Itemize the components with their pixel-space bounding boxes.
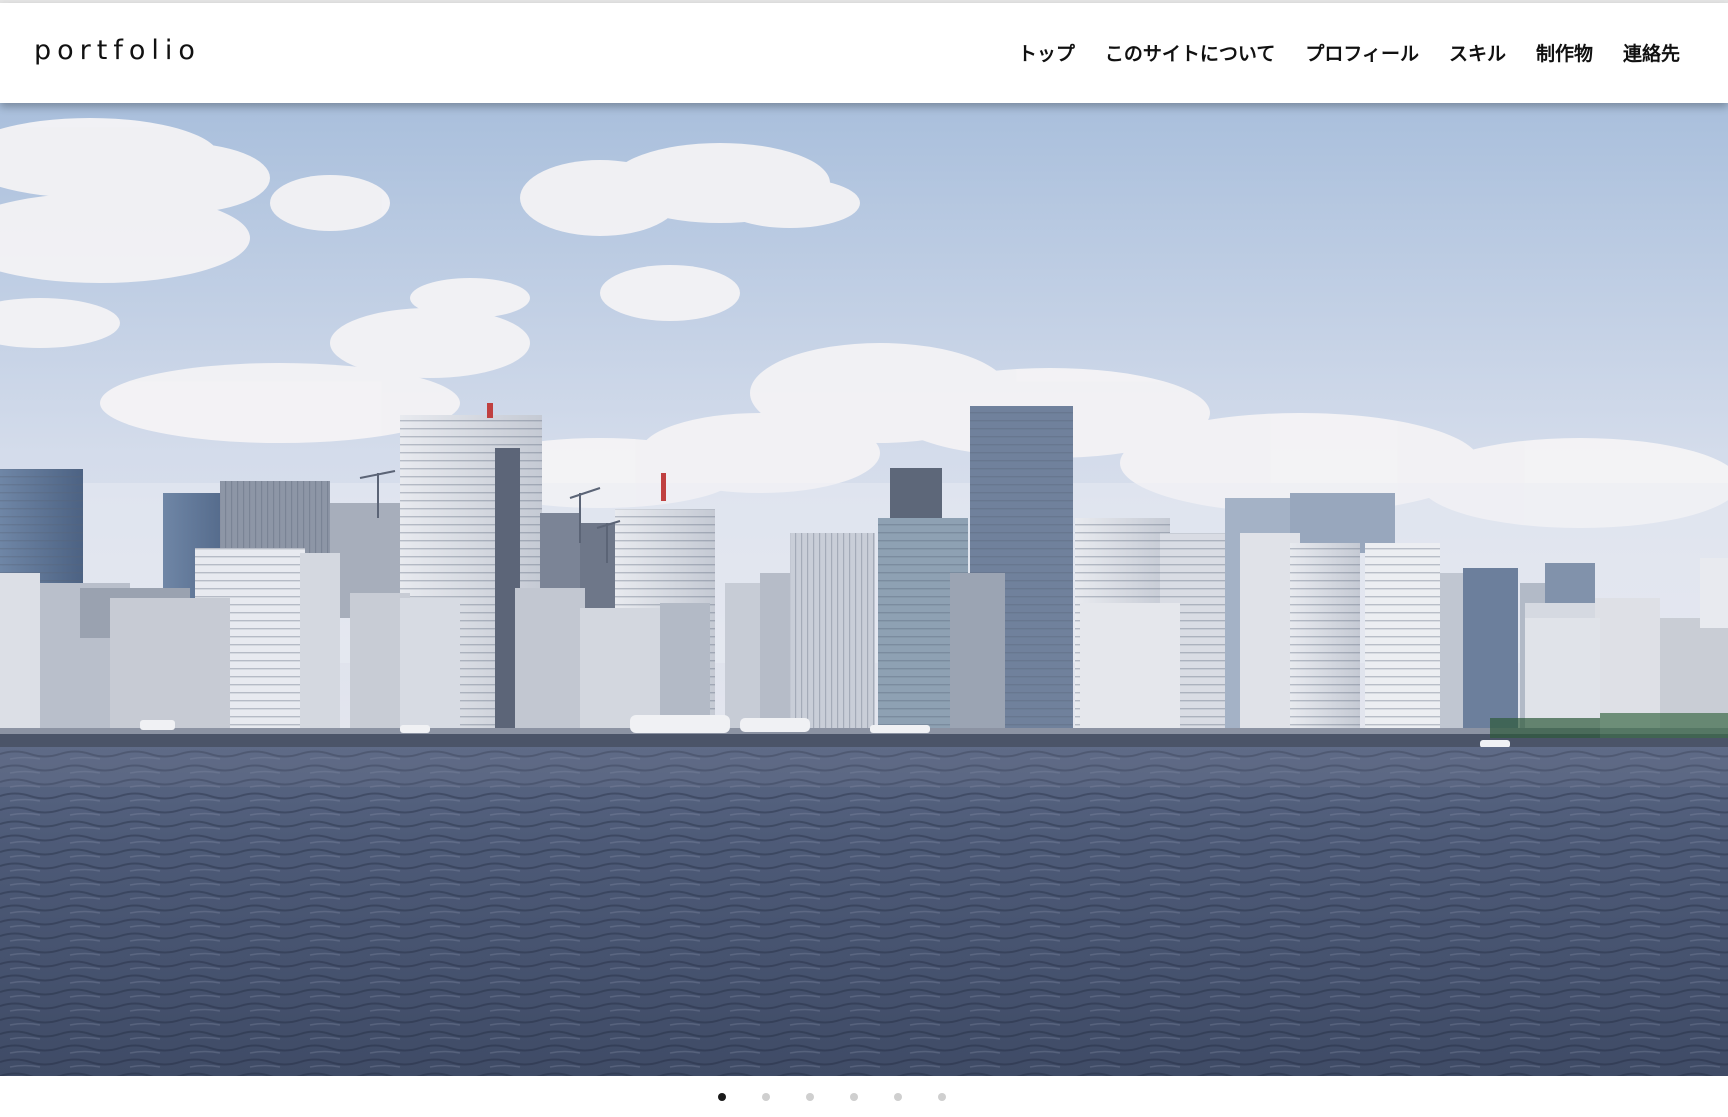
nav-item-contact[interactable]: 連絡先 [1623, 39, 1680, 66]
slider-dot-2[interactable] [761, 1093, 770, 1101]
slider-dot-1[interactable] [717, 1093, 726, 1101]
global-nav: トップ このサイトについて プロフィール スキル 制作物 連絡先 [1018, 39, 1680, 66]
slider-dot-5[interactable] [893, 1093, 902, 1101]
slider-dot-6[interactable] [937, 1093, 946, 1101]
nav-item-top[interactable]: トップ [1018, 39, 1075, 66]
hero-slider-image[interactable] [0, 103, 1728, 1076]
nav-item-about-site[interactable]: このサイトについて [1105, 39, 1275, 66]
slider-pagination [0, 1093, 1728, 1101]
nav-item-profile[interactable]: プロフィール [1305, 39, 1419, 66]
site-logo[interactable]: portfolio [34, 35, 201, 66]
nav-item-skills[interactable]: スキル [1449, 39, 1506, 66]
slider-dot-3[interactable] [805, 1093, 814, 1101]
site-header: portfolio トップ このサイトについて プロフィール スキル 制作物 連… [0, 3, 1728, 103]
page: portfolio トップ このサイトについて プロフィール スキル 制作物 連… [0, 0, 1728, 1117]
slider-dot-4[interactable] [849, 1093, 858, 1101]
skyline-photo [0, 103, 1728, 1076]
nav-item-works[interactable]: 制作物 [1536, 39, 1593, 66]
